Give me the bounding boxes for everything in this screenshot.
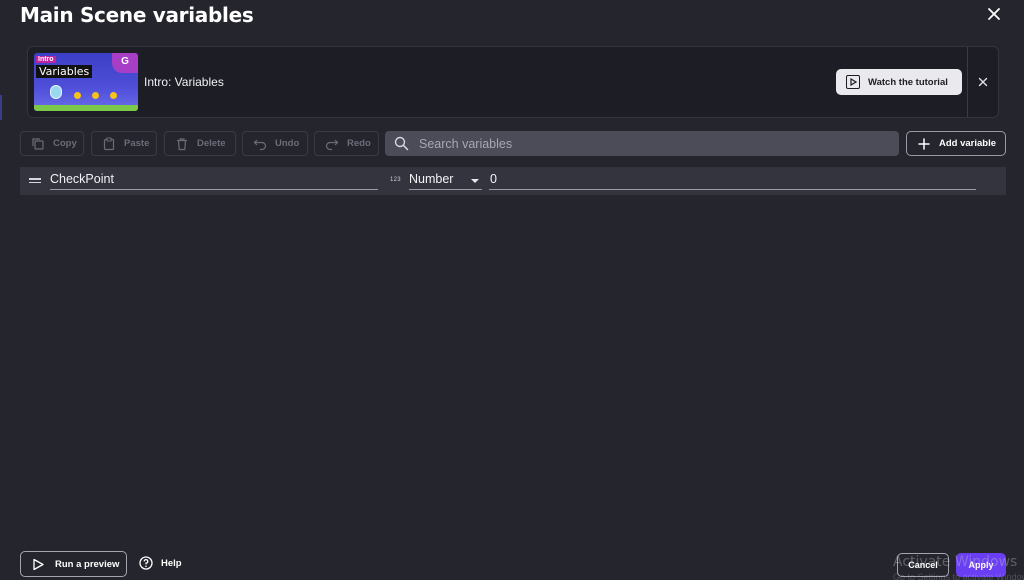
paste-label: Paste: [124, 138, 150, 149]
run-preview-label: Run a preview: [55, 558, 120, 570]
number-type-icon: 123: [390, 177, 401, 183]
thumbnail-tag: Intro: [36, 56, 56, 63]
divider: [967, 47, 968, 117]
background-edge: [0, 95, 2, 120]
help-icon: [139, 556, 153, 570]
run-preview-button[interactable]: Run a preview: [20, 551, 127, 577]
tutorial-title: Intro: Variables: [144, 75, 224, 89]
chevron-down-icon: [471, 179, 479, 183]
undo-button[interactable]: Undo: [242, 131, 308, 156]
tutorial-card: G Intro Variables Intro: Variables Watch…: [27, 46, 999, 118]
character-illustration: [50, 85, 62, 99]
play-icon: [33, 558, 44, 570]
close-dialog-button[interactable]: [983, 3, 1005, 25]
redo-icon: [325, 139, 339, 150]
help-button[interactable]: Help: [139, 556, 182, 570]
copy-label: Copy: [53, 138, 77, 149]
drag-handle-icon[interactable]: [29, 178, 41, 184]
undo-icon: [253, 139, 267, 150]
coin-illustration: [74, 92, 81, 99]
copy-button[interactable]: Copy: [20, 131, 84, 156]
variable-type-label: Number: [409, 172, 454, 186]
close-icon: [988, 8, 1000, 20]
paste-button[interactable]: Paste: [91, 131, 157, 156]
delete-label: Delete: [197, 138, 226, 149]
dialog-title: Main Scene variables: [20, 3, 254, 27]
dismiss-tutorial-button[interactable]: [978, 75, 988, 90]
search-bar[interactable]: [385, 131, 899, 156]
play-icon: [846, 75, 860, 89]
paste-icon: [103, 137, 115, 150]
coin-illustration: [92, 92, 99, 99]
search-icon: [394, 136, 409, 151]
search-input[interactable]: [419, 136, 859, 151]
thumbnail-label: Variables: [36, 65, 93, 78]
variable-type-select[interactable]: Number: [409, 172, 482, 190]
variable-value-field[interactable]: 0: [489, 172, 976, 190]
plus-icon: [918, 137, 930, 150]
delete-button[interactable]: Delete: [164, 131, 236, 156]
tutorial-thumbnail[interactable]: G Intro Variables: [34, 53, 138, 111]
variable-row[interactable]: CheckPoint 123 Number 0: [20, 167, 1006, 195]
watch-tutorial-label: Watch the tutorial: [868, 76, 948, 88]
add-variable-label: Add variable: [939, 138, 997, 149]
cancel-button[interactable]: Cancel: [897, 553, 949, 577]
watch-tutorial-button[interactable]: Watch the tutorial: [836, 69, 962, 95]
coin-illustration: [110, 92, 117, 99]
copy-icon: [32, 137, 44, 150]
delete-icon: [177, 137, 187, 150]
ground-illustration: [34, 105, 138, 111]
add-variable-button[interactable]: Add variable: [906, 131, 1006, 156]
apply-button[interactable]: Apply: [956, 553, 1006, 577]
help-label: Help: [161, 557, 182, 569]
redo-button[interactable]: Redo: [314, 131, 379, 156]
redo-label: Redo: [347, 138, 371, 149]
logo-badge: G: [112, 53, 138, 73]
variable-name-field[interactable]: CheckPoint: [50, 172, 378, 190]
close-icon: [978, 77, 988, 87]
undo-label: Undo: [275, 138, 300, 149]
